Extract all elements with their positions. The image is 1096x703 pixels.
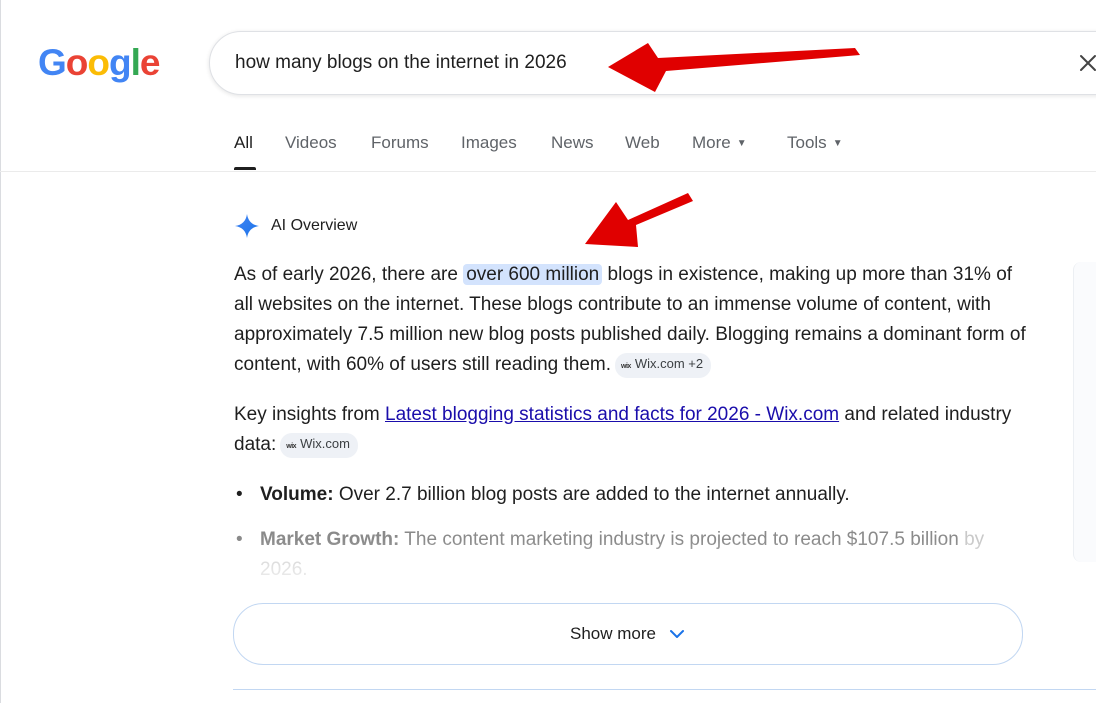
tab-label: News <box>551 133 594 152</box>
tab-label: Videos <box>285 133 337 152</box>
insights-list: Volume: Over 2.7 billion blog posts are … <box>234 480 1034 600</box>
source-chip[interactable]: wix Wix.com +2 <box>615 353 712 378</box>
show-more-button[interactable]: Show more <box>233 603 1023 665</box>
tab-images[interactable]: Images <box>461 133 517 153</box>
logo-letter: l <box>130 42 141 83</box>
logo-letter: G <box>38 42 67 83</box>
chevron-down-icon <box>669 630 684 638</box>
logo-letter: g <box>109 42 132 83</box>
ai-overview-paragraph: As of early 2026, there are over 600 mil… <box>234 260 1034 380</box>
tab-label: Images <box>461 133 517 152</box>
tab-label: All <box>234 133 253 152</box>
tabs-divider <box>0 171 1096 172</box>
paragraph-text: As of early 2026, there are <box>234 264 464 285</box>
list-item-label: Market Growth: <box>260 529 400 550</box>
tab-web[interactable]: Web <box>625 133 660 153</box>
tab-tools[interactable]: Tools ▼ <box>787 133 843 153</box>
caret-down-icon: ▼ <box>832 138 843 149</box>
logo-letter: o <box>65 42 89 83</box>
source-link[interactable]: Latest blogging statistics and facts for… <box>385 404 839 425</box>
gemini-sparkle-icon <box>235 214 259 238</box>
list-item-label: Volume: <box>260 484 334 505</box>
active-tab-indicator <box>234 167 256 170</box>
close-icon[interactable] <box>1076 51 1096 75</box>
source-chip-label: Wix.com +2 <box>634 356 704 371</box>
wix-logo-icon: wix <box>286 443 297 450</box>
tab-label: Web <box>625 133 660 152</box>
tab-news[interactable]: News <box>551 133 594 153</box>
wix-logo-icon: wix <box>621 363 631 370</box>
tab-videos[interactable]: Videos <box>285 133 337 153</box>
tab-all[interactable]: All <box>234 133 256 170</box>
logo-letter: e <box>139 42 161 83</box>
tab-label: Forums <box>371 133 429 152</box>
highlighted-answer: over 600 million <box>463 264 603 285</box>
tab-forums[interactable]: Forums <box>371 133 429 153</box>
google-logo[interactable]: Google <box>38 38 161 88</box>
search-input[interactable] <box>235 48 935 78</box>
tab-more[interactable]: More ▼ <box>692 133 747 153</box>
show-more-label: Show more <box>570 624 656 643</box>
list-item: Volume: Over 2.7 billion blog posts are … <box>234 480 1034 510</box>
caret-down-icon: ▼ <box>736 138 747 149</box>
source-chip[interactable]: wix Wix.com <box>280 433 358 458</box>
list-item: Market Growth: The content marketing ind… <box>234 525 1034 585</box>
section-divider <box>233 689 1096 690</box>
tab-label: More <box>692 133 731 152</box>
sources-side-panel <box>1073 262 1096 562</box>
page-left-border <box>0 0 1 703</box>
tab-label: Tools <box>787 133 827 152</box>
paragraph-text: Key insights from <box>234 404 385 425</box>
logo-letter: o <box>87 42 110 83</box>
source-chip-label: Wix.com <box>300 436 350 451</box>
list-item-text: Over 2.7 billion blog posts are added to… <box>333 484 850 505</box>
ai-overview-title: AI Overview <box>271 217 358 234</box>
search-box[interactable] <box>209 31 1096 95</box>
ai-overview-key-insights: Key insights from Latest blogging statis… <box>234 400 1034 460</box>
list-item-text: The content marketing industry is projec… <box>399 529 959 550</box>
annotation-arrow <box>585 193 693 247</box>
